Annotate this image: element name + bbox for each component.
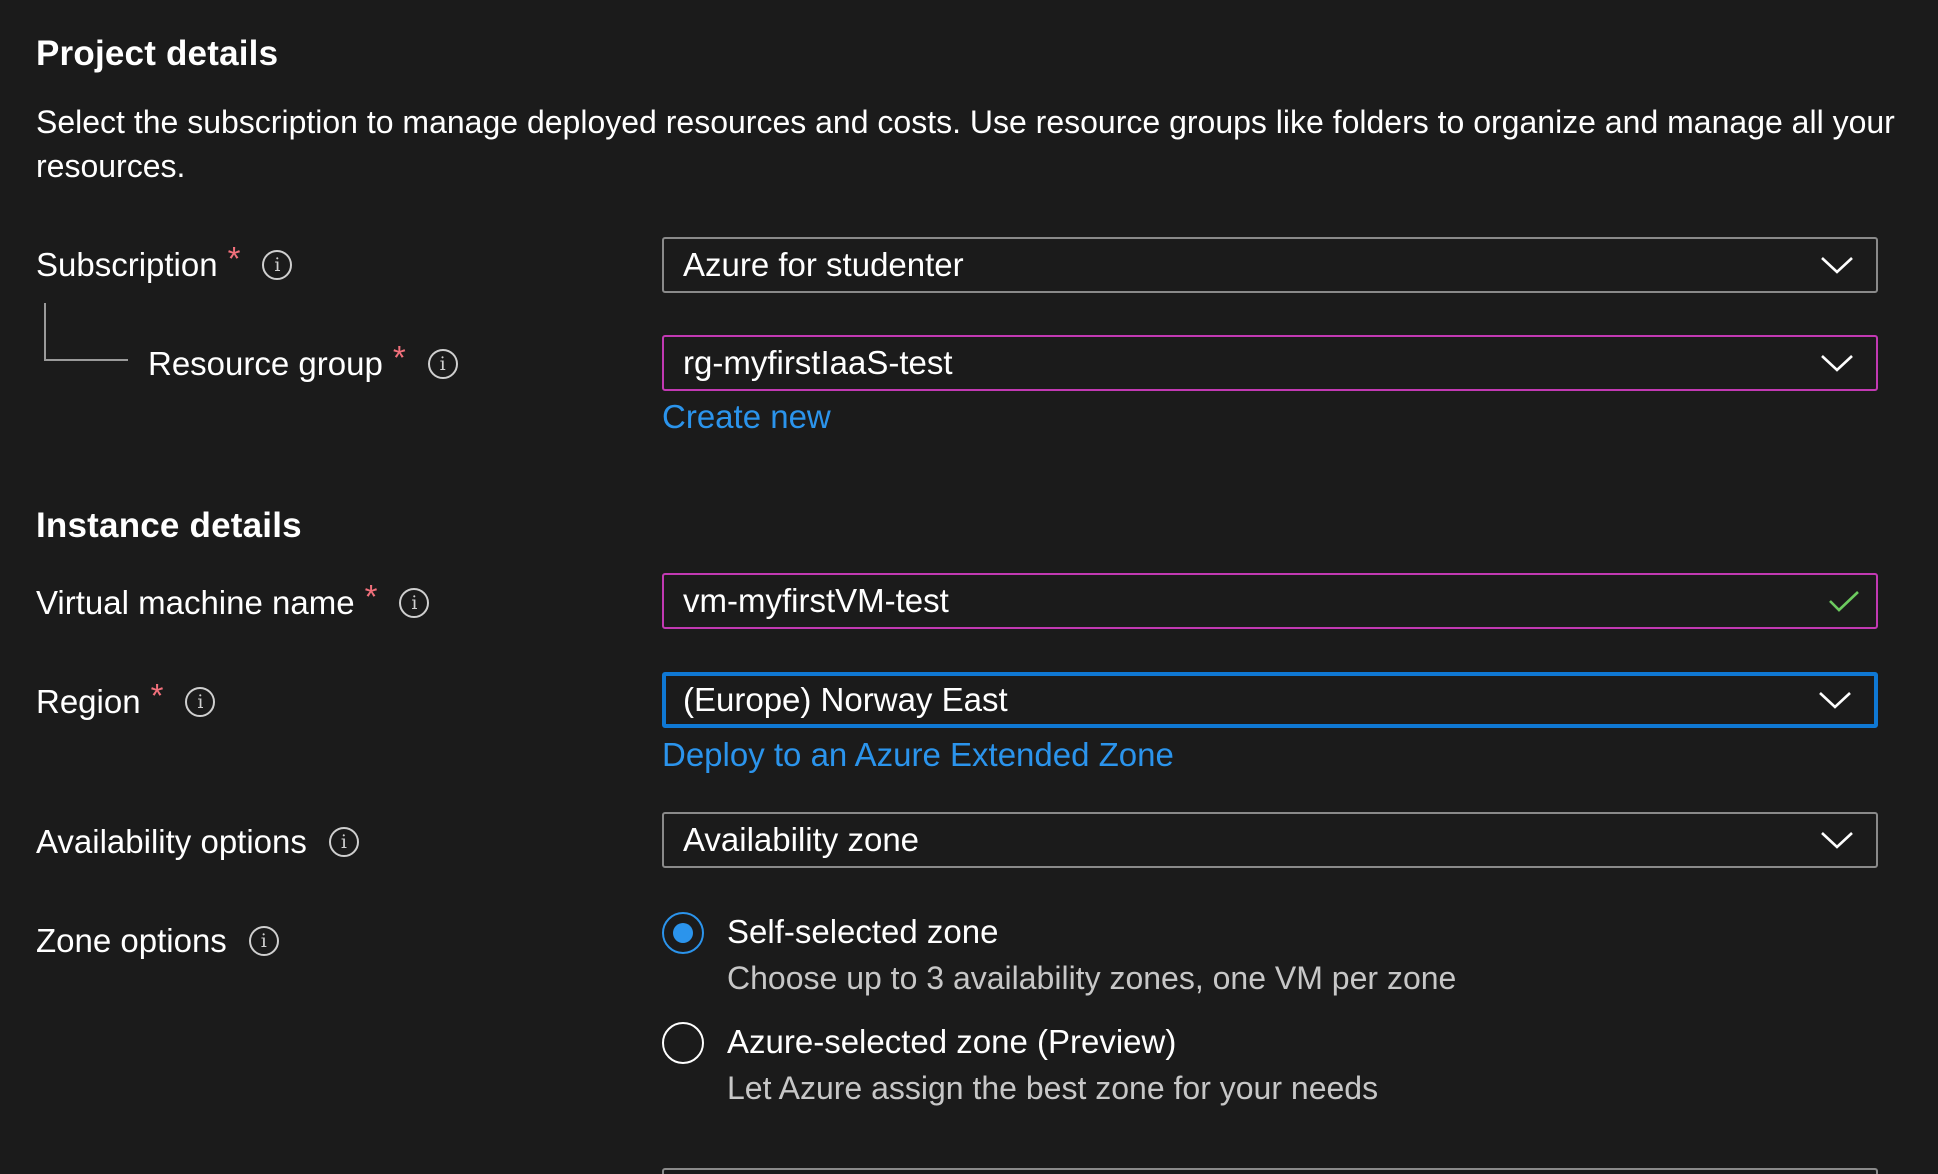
availability-label-row: Availability options i bbox=[36, 823, 359, 861]
subscription-label-row: Subscription * i bbox=[36, 240, 293, 284]
tree-connector bbox=[44, 303, 128, 361]
info-icon[interactable]: i bbox=[185, 687, 216, 717]
region-dropdown[interactable]: (Europe) Norway East bbox=[662, 672, 1878, 728]
required-asterisk: * bbox=[392, 339, 406, 376]
instance-details-heading: Instance details bbox=[36, 506, 302, 545]
required-asterisk: * bbox=[150, 677, 164, 714]
resource-group-label-row: Resource group * i bbox=[148, 339, 458, 383]
radio-description: Let Azure assign the best zone for your … bbox=[727, 1070, 1379, 1106]
chevron-down-icon bbox=[1819, 692, 1851, 709]
region-label: Region bbox=[36, 683, 141, 720]
required-asterisk: * bbox=[227, 240, 241, 277]
checkmark-icon bbox=[1829, 591, 1859, 612]
region-value: (Europe) Norway East bbox=[683, 681, 1008, 718]
chevron-down-icon bbox=[1821, 257, 1853, 274]
vm-name-value: vm-myfirstVM-test bbox=[683, 582, 949, 619]
info-icon[interactable]: i bbox=[248, 926, 279, 956]
radio-button[interactable] bbox=[662, 1022, 704, 1064]
info-icon[interactable]: i bbox=[262, 250, 293, 280]
region-label-row: Region * i bbox=[36, 677, 216, 721]
resource-group-value: rg-myfirstIaaS-test bbox=[683, 344, 953, 381]
create-new-link[interactable]: Create new bbox=[662, 398, 831, 436]
resource-group-dropdown[interactable]: rg-myfirstIaaS-test bbox=[662, 335, 1878, 391]
info-icon[interactable]: i bbox=[328, 827, 359, 857]
chevron-down-icon bbox=[1821, 355, 1853, 372]
info-icon[interactable]: i bbox=[427, 349, 458, 379]
radio-description: Choose up to 3 availability zones, one V… bbox=[727, 960, 1457, 996]
vm-name-input[interactable]: vm-myfirstVM-test bbox=[662, 573, 1878, 629]
radio-option-self-selected[interactable]: Self-selected zone Choose up to 3 availa… bbox=[662, 910, 1456, 1000]
next-field-control[interactable] bbox=[662, 1168, 1878, 1174]
availability-dropdown[interactable]: Availability zone bbox=[662, 812, 1878, 868]
project-details-heading: Project details bbox=[36, 34, 279, 73]
vm-name-label: Virtual machine name bbox=[36, 584, 355, 621]
radio-option-azure-selected[interactable]: Azure-selected zone (Preview) Let Azure … bbox=[662, 1020, 1378, 1110]
radio-button[interactable] bbox=[662, 912, 704, 954]
zone-options-label-row: Zone options i bbox=[36, 922, 279, 960]
vm-name-label-row: Virtual machine name * i bbox=[36, 578, 430, 622]
zone-options-label: Zone options bbox=[36, 922, 227, 959]
project-details-description: Select the subscription to manage deploy… bbox=[36, 104, 1895, 184]
chevron-down-icon bbox=[1821, 832, 1853, 849]
radio-label: Azure-selected zone (Preview) bbox=[727, 1023, 1177, 1060]
availability-value: Availability zone bbox=[683, 821, 920, 858]
extended-zone-link[interactable]: Deploy to an Azure Extended Zone bbox=[662, 736, 1174, 774]
resource-group-label: Resource group bbox=[148, 345, 383, 382]
subscription-label: Subscription bbox=[36, 246, 218, 283]
required-asterisk: * bbox=[364, 578, 378, 615]
subscription-value: Azure for studenter bbox=[683, 246, 964, 283]
availability-label: Availability options bbox=[36, 823, 307, 860]
info-icon[interactable]: i bbox=[399, 588, 430, 618]
radio-label: Self-selected zone bbox=[727, 913, 999, 950]
radio-selected-dot bbox=[673, 923, 693, 943]
subscription-dropdown[interactable]: Azure for studenter bbox=[662, 237, 1878, 293]
